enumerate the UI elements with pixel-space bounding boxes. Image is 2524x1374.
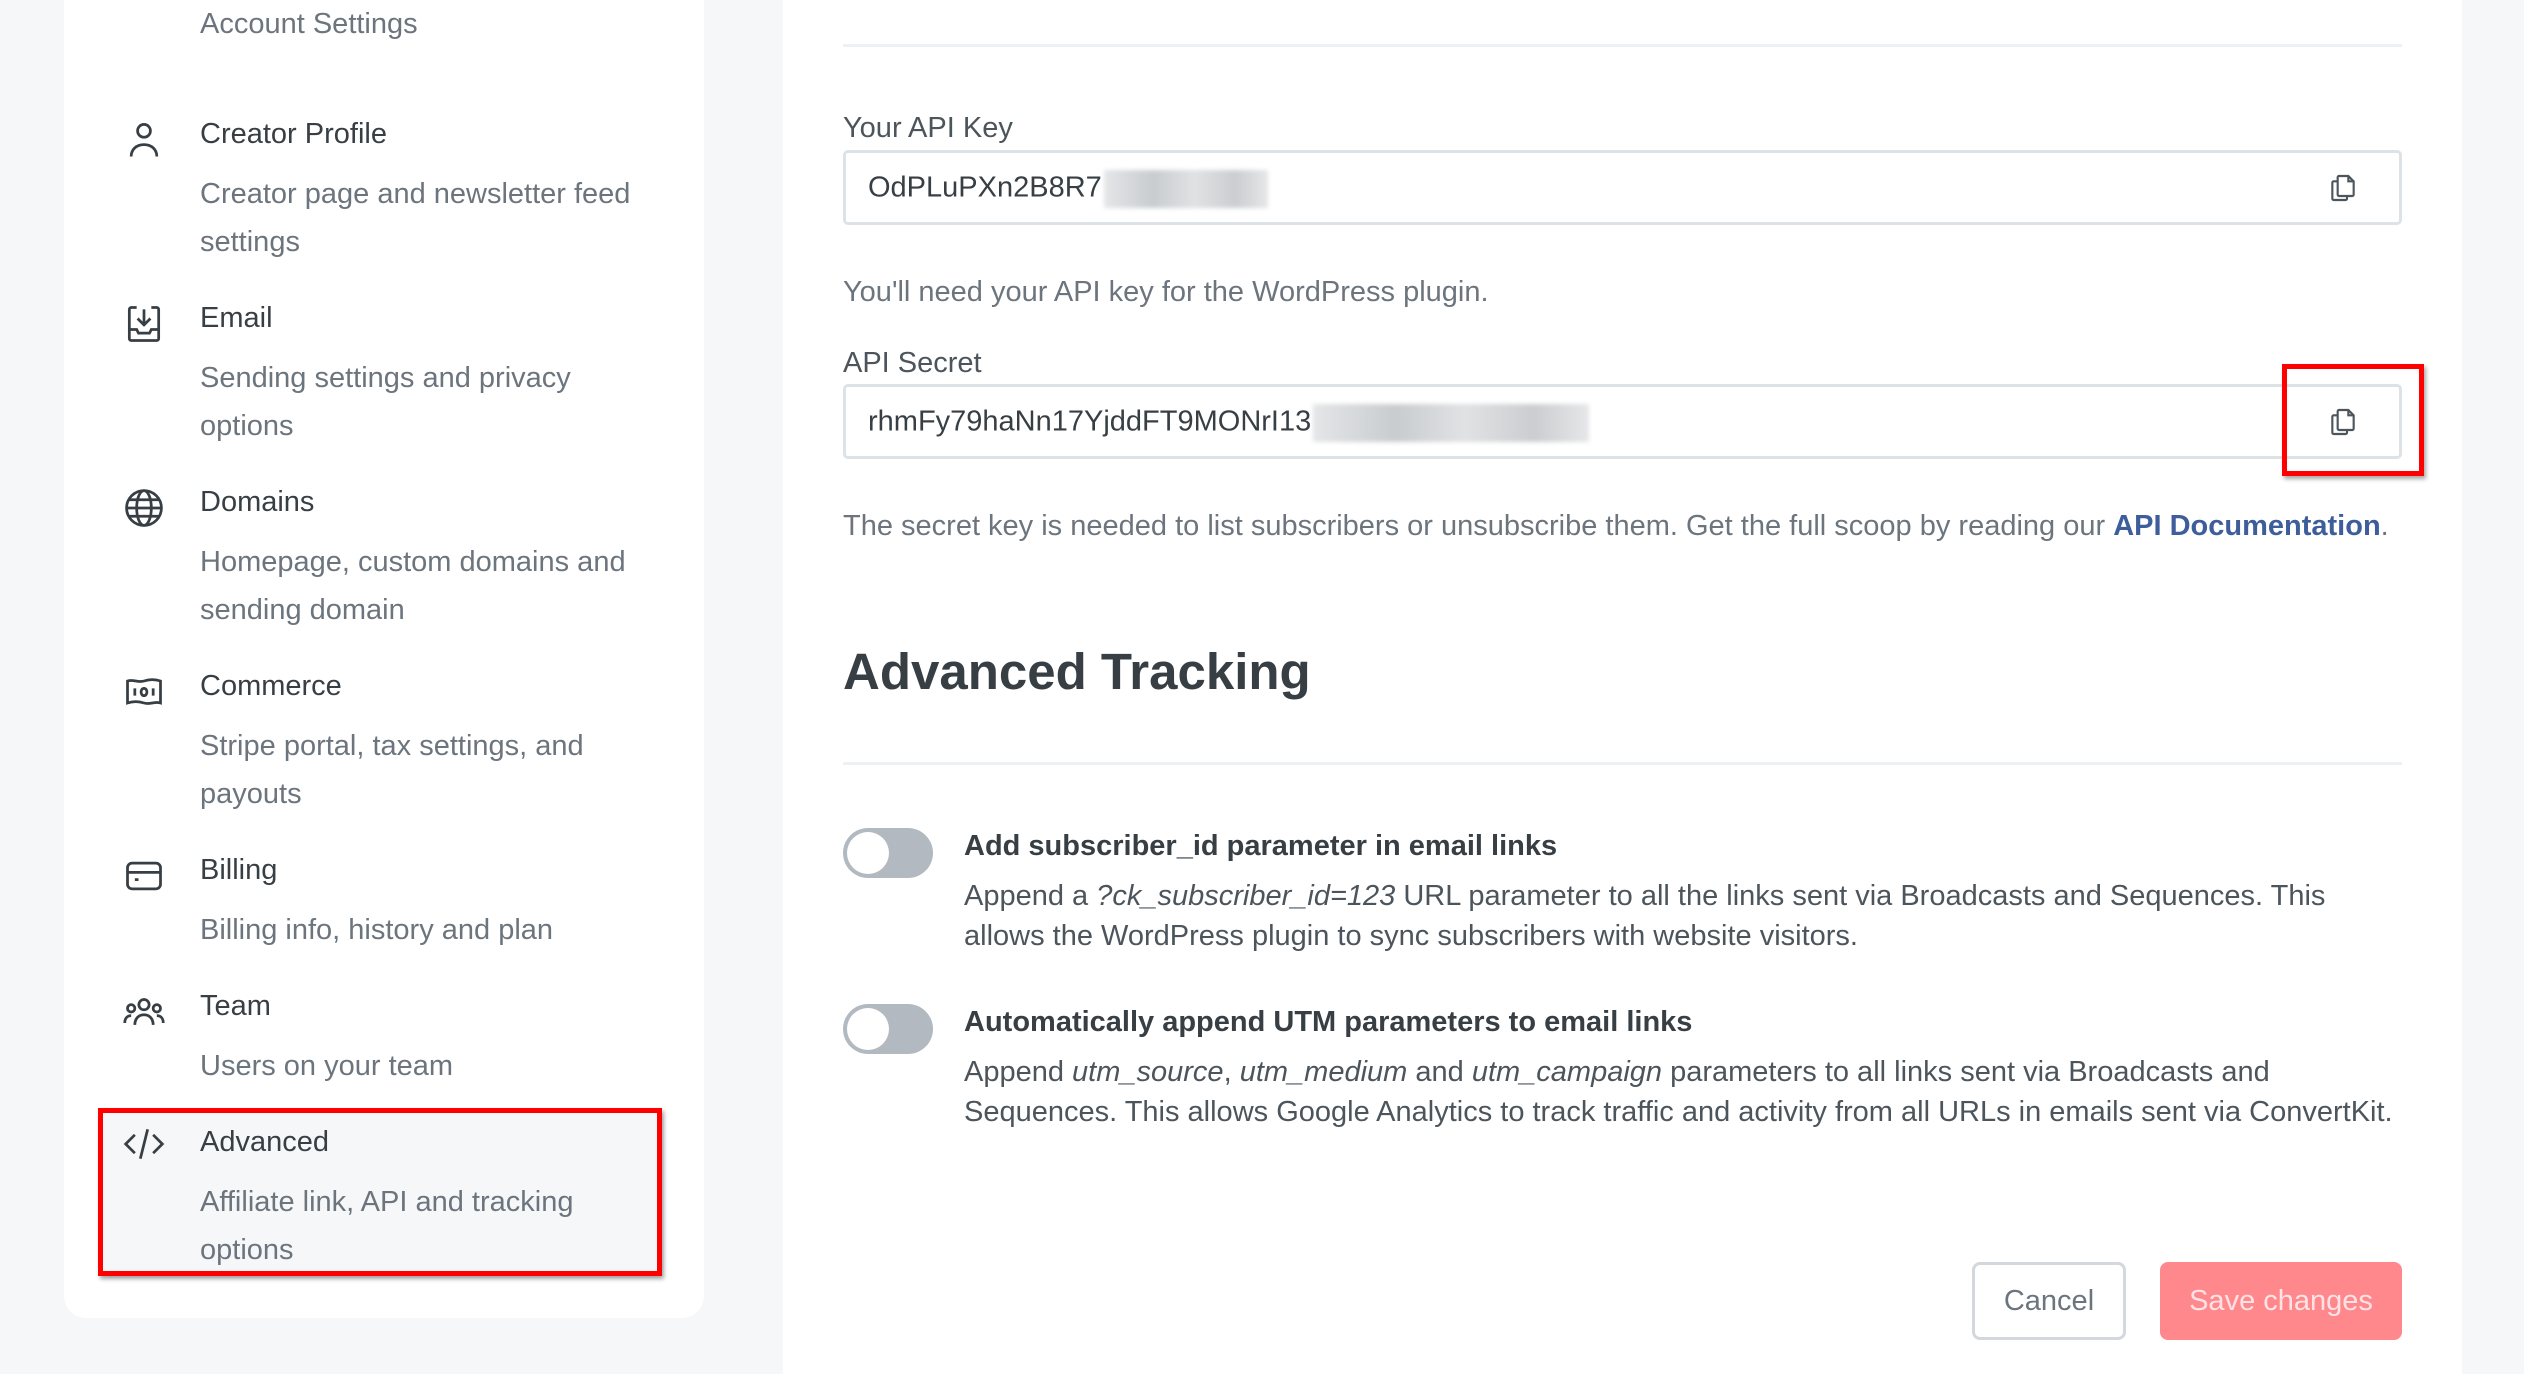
copy-icon [2331, 174, 2355, 201]
credit-card-icon [122, 854, 166, 898]
save-changes-button[interactable]: Save changes [2160, 1262, 2402, 1340]
api-key-help: You'll need your API key for the WordPre… [843, 276, 1489, 308]
toggle-knob [847, 1008, 889, 1050]
inbox-download-icon [122, 302, 166, 346]
code-icon [122, 1122, 166, 1166]
redacted-blur [1313, 404, 1590, 442]
option-title: Add subscriber_id parameter in email lin… [964, 830, 1558, 862]
sidebar-item-title: Billing [200, 854, 278, 886]
api-documentation-link[interactable]: API Documentation [2113, 510, 2380, 542]
section-divider [843, 762, 2402, 765]
sidebar-item-desc: Stripe portal, tax settings, and payouts [200, 730, 584, 810]
sidebar-item-creator-profile[interactable]: Creator Profile Creator page and newslet… [100, 114, 664, 274]
sidebar-item-desc: Billing info, history and plan [200, 914, 554, 946]
advanced-tracking-heading: Advanced Tracking [843, 643, 1311, 700]
api-secret-field[interactable]: rhmFy79haNn17YjddFT9MONrI13 [843, 384, 2402, 459]
top-divider [843, 44, 2402, 47]
sidebar-item-title: Advanced [200, 1126, 329, 1158]
redacted-blur [1103, 170, 1268, 208]
option-desc: Append a ?ck_subscriber_id=123 URL param… [964, 880, 2326, 952]
cancel-button[interactable]: Cancel [1972, 1262, 2126, 1340]
sidebar-item-team[interactable]: Team Users on your team [100, 986, 664, 1096]
banknote-icon [122, 670, 166, 714]
sidebar-item-title: Domains [200, 486, 315, 518]
utm-toggle[interactable] [843, 1004, 933, 1054]
sidebar-item-title: Team [200, 990, 271, 1022]
sidebar-item-desc: Sending settings and privacy options [200, 362, 571, 442]
api-secret-label: API Secret [843, 347, 982, 379]
sidebar-item-commerce[interactable]: Commerce Stripe portal, tax settings, an… [100, 666, 664, 826]
option-title: Automatically append UTM parameters to e… [964, 1006, 1693, 1038]
globe-icon [122, 486, 166, 530]
sidebar-item-title: Commerce [200, 670, 342, 702]
api-secret-value[interactable]: rhmFy79haNn17YjddFT9MONrI13 [868, 404, 1590, 442]
team-icon [122, 990, 166, 1034]
sidebar-item-desc: Creator page and newsletter feed setting… [200, 178, 631, 258]
tracking-option-utm: Automatically append UTM parameters to e… [843, 1004, 2402, 1144]
api-key-label: Your API Key [843, 112, 1013, 144]
sidebar-item-domains[interactable]: Domains Homepage, custom domains and sen… [100, 482, 664, 642]
user-icon [122, 118, 166, 162]
sidebar-item-advanced[interactable]: Advanced Affiliate link, API and trackin… [100, 1110, 664, 1278]
sidebar-item-desc: Affiliate link, API and tracking options [200, 1186, 574, 1266]
sidebar-item-desc: Account Settings [200, 8, 418, 40]
toggle-knob [847, 832, 889, 874]
api-key-value[interactable]: OdPLuPXn2B8R7 [868, 170, 1268, 208]
subscriber-id-toggle[interactable] [843, 828, 933, 878]
sidebar-item-billing[interactable]: Billing Billing info, history and plan [100, 850, 664, 960]
sidebar-item-general[interactable]: General Account Settings [100, 0, 664, 54]
sidebar-item-title: Creator Profile [200, 118, 387, 150]
api-secret-help: The secret key is needed to list subscri… [843, 510, 2389, 542]
sidebar-item-desc: Users on your team [200, 1050, 454, 1082]
copy-api-secret-button[interactable] [2287, 387, 2399, 456]
option-desc: Append utm_source, utm_medium and utm_ca… [964, 1056, 2393, 1128]
tracking-option-subscriber-id: Add subscriber_id parameter in email lin… [843, 828, 2402, 968]
copy-icon [2331, 408, 2355, 435]
copy-api-key-button[interactable] [2287, 153, 2399, 222]
sidebar-item-email[interactable]: Email Sending settings and privacy optio… [100, 298, 664, 458]
sidebar-item-title: Email [200, 302, 273, 334]
api-key-field[interactable]: OdPLuPXn2B8R7 [843, 150, 2402, 225]
sidebar-item-desc: Homepage, custom domains and sending dom… [200, 546, 626, 626]
settings-sidebar: General Account Settings Creator Profile… [64, 0, 704, 1318]
main-panel: Your API Key OdPLuPXn2B8R7 You'll need y… [783, 0, 2462, 1374]
